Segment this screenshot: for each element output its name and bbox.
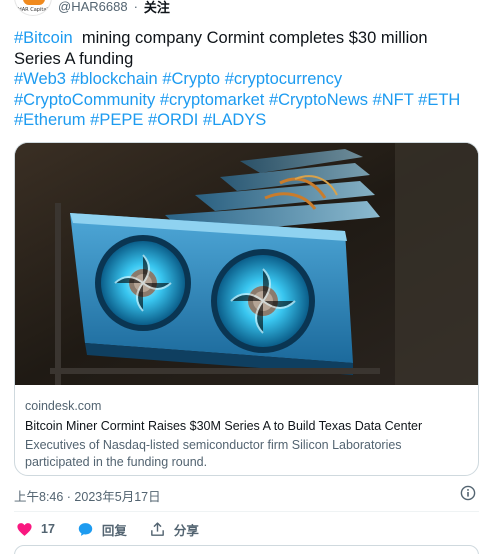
hashtag-link[interactable]: #PEPE (90, 111, 143, 129)
card-domain: coindesk.com (25, 399, 102, 413)
hashtag-link[interactable]: #ETH (418, 91, 460, 109)
tweet-line-1: #Bitcoin mining company Cormint complete… (14, 28, 474, 49)
action-bar: 17 回复 分享 (16, 519, 221, 539)
hashtag-link[interactable]: #Etherum (14, 111, 86, 129)
avatar[interactable]: HAR Capital (14, 0, 52, 16)
share-button[interactable]: 分享 (149, 520, 199, 539)
tweet-hashtags-line-4: #CryptoCommunity #cryptomarket #CryptoNe… (14, 90, 474, 111)
tweet-hashtags-line-5: #Etherum #PEPE #ORDI #LADYS (14, 110, 474, 131)
hashtag-link[interactable]: #CryptoCommunity (14, 91, 155, 109)
tweet-header: HAR Capital @HAR6688 · 关注 (14, 0, 170, 18)
share-icon (151, 521, 164, 536)
tweet-text: #Bitcoin mining company Cormint complete… (14, 28, 474, 131)
hashtag-link[interactable]: #LADYS (203, 111, 266, 129)
tweet-timestamp[interactable]: 上午8:46 · 2023年5月17日 (14, 486, 161, 505)
like-button[interactable]: 17 (16, 521, 55, 538)
hashtag-link[interactable]: #Crypto (162, 70, 220, 88)
avatar-logo-text: HAR Capital (18, 7, 48, 13)
follow-button[interactable]: 关注 (144, 0, 170, 16)
tweet-text-fragment: mining company Cormint completes $30 mil… (72, 29, 428, 47)
hashtag-link[interactable]: #cryptomarket (160, 91, 265, 109)
tweet-hashtags-line-3: #Web3 #blockchain #Crypto #cryptocurrenc… (14, 69, 474, 90)
hashtag-link[interactable]: #CryptoNews (269, 91, 368, 109)
reply-bubble-icon (78, 522, 93, 536)
next-item-box[interactable] (14, 545, 479, 554)
header-separator: · (133, 0, 138, 14)
heart-icon (17, 522, 32, 536)
hashtag-link[interactable]: #NFT (373, 91, 414, 109)
share-label: 分享 (173, 523, 199, 538)
gpu-rig-illustration (15, 143, 478, 385)
like-count: 17 (41, 522, 55, 536)
reply-button[interactable]: 回复 (77, 520, 127, 539)
hashtag-link[interactable]: #Web3 (14, 70, 66, 88)
link-card[interactable]: coindesk.com Bitcoin Miner Cormint Raise… (14, 142, 479, 476)
card-description: Executives of Nasdaq-listed semiconducto… (25, 438, 402, 469)
divider (14, 511, 479, 512)
card-info: coindesk.com Bitcoin Miner Cormint Raise… (15, 385, 478, 471)
info-icon[interactable] (460, 485, 476, 501)
hashtag-link[interactable]: #Bitcoin (14, 29, 73, 47)
hashtag-link[interactable]: #blockchain (71, 70, 158, 88)
tweet-line-2: Series A funding (14, 49, 134, 68)
card-title[interactable]: Bitcoin Miner Cormint Raises $30M Series… (25, 418, 468, 435)
reply-label: 回复 (101, 523, 127, 538)
hashtag-link[interactable]: #cryptocurrency (225, 70, 342, 88)
user-handle[interactable]: @HAR6688 (58, 0, 128, 14)
card-image[interactable] (15, 143, 478, 385)
har-logo-icon (23, 0, 45, 5)
hashtag-link[interactable]: #ORDI (148, 111, 198, 129)
